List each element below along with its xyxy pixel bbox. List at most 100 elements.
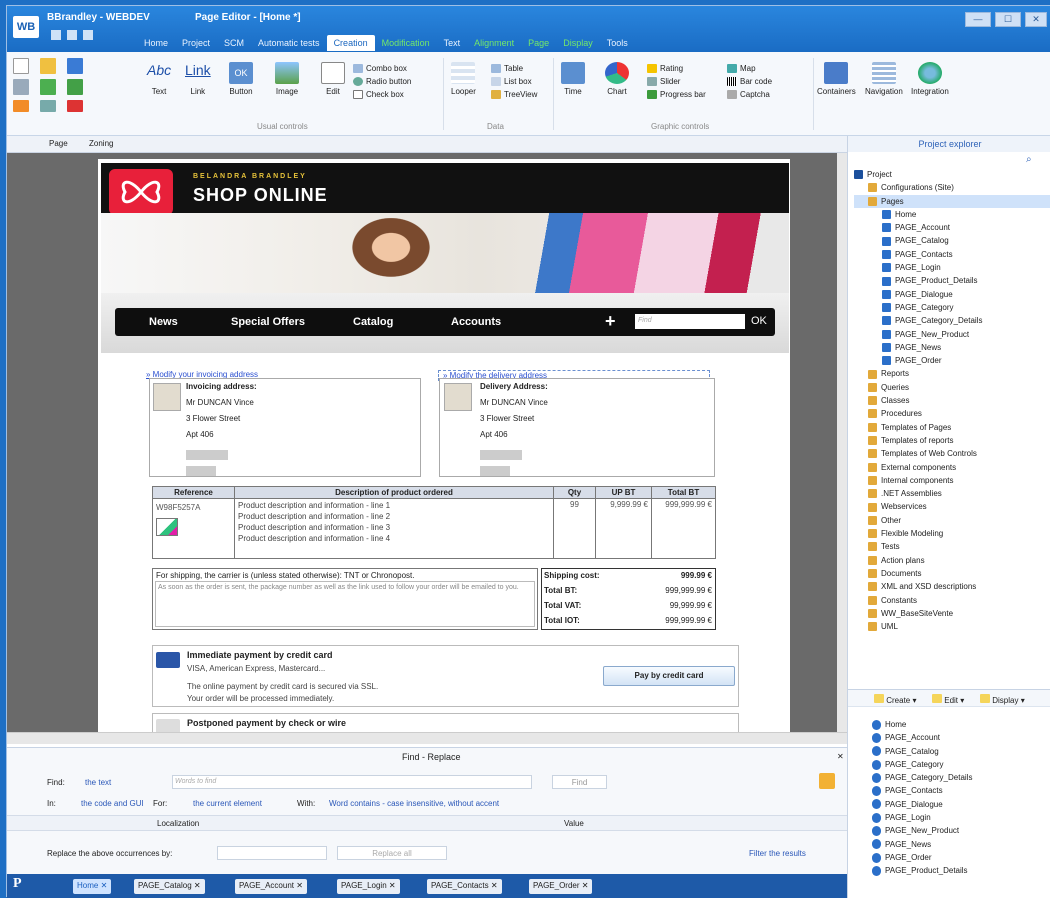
menu-alignment[interactable]: Alignment — [467, 35, 521, 51]
tree-item[interactable]: Reports — [854, 367, 1050, 380]
doc-tab-login[interactable]: PAGE_Login ✕ — [337, 879, 400, 894]
tree-item[interactable]: Pages — [854, 194, 1050, 208]
go-icon[interactable] — [67, 79, 83, 95]
tree-item[interactable]: .NET Assemblies — [854, 487, 1050, 500]
tree-item[interactable]: Flexible Modeling — [854, 527, 1050, 540]
project-icon[interactable]: P — [13, 876, 22, 892]
replace-all-button[interactable]: Replace all — [337, 846, 447, 860]
nav-news[interactable]: News — [149, 316, 178, 328]
tree-item[interactable]: Project — [854, 168, 1050, 181]
tree-item[interactable]: XML and XSD descriptions — [854, 580, 1050, 593]
menu-creation[interactable]: Creation — [326, 35, 375, 51]
ribbon-combo-button[interactable]: Combo box — [353, 62, 411, 75]
minimize-button[interactable]: — — [965, 12, 991, 27]
ribbon-chart-button[interactable]: Chart — [605, 62, 629, 96]
display-button[interactable]: Display ▾ — [980, 694, 1025, 705]
ribbon-containers-button[interactable]: Containers — [817, 62, 856, 96]
page-list-item[interactable]: PAGE_Category — [872, 758, 1050, 771]
editor-vertical-scrollbar[interactable] — [837, 153, 847, 738]
tree-item[interactable]: Templates of Pages — [854, 421, 1050, 434]
tree-item[interactable]: Queries — [854, 381, 1050, 394]
menu-scm[interactable]: SCM — [217, 35, 251, 51]
in-dropdown[interactable]: the code and GUI — [81, 799, 144, 808]
ribbon-barcode-button[interactable]: Bar code — [727, 75, 772, 88]
refresh-icon[interactable] — [40, 79, 56, 95]
tree-item[interactable]: PAGE_Order — [854, 354, 1050, 367]
menu-page[interactable]: Page — [521, 35, 556, 51]
doc-tab-order[interactable]: PAGE_Order ✕ — [529, 879, 593, 894]
nav-accounts[interactable]: Accounts — [451, 316, 501, 328]
ribbon-integration-button[interactable]: Integration — [911, 62, 949, 96]
tree-item[interactable]: Internal components — [854, 474, 1050, 487]
with-dropdown[interactable]: Word contains - case insensitive, withou… — [329, 799, 499, 808]
tree-item[interactable]: PAGE_News — [854, 341, 1050, 354]
new-page-icon[interactable] — [13, 58, 29, 74]
edit-button[interactable]: Edit ▾ — [932, 694, 964, 705]
shop-search-input[interactable]: Find — [635, 314, 745, 329]
menu-display[interactable]: Display — [556, 35, 600, 51]
nav-special-offers[interactable]: Special Offers — [231, 316, 305, 328]
menu-automatic-tests[interactable]: Automatic tests — [251, 35, 327, 51]
menu-text[interactable]: Text — [437, 35, 468, 51]
close-button[interactable]: ✕ — [1025, 12, 1047, 27]
tree-item[interactable]: Procedures — [854, 407, 1050, 420]
tree-item[interactable]: PAGE_Account — [854, 221, 1050, 234]
tree-item[interactable]: PAGE_Category — [854, 301, 1050, 314]
ribbon-map-button[interactable]: Map — [727, 62, 772, 75]
create-button[interactable]: Create ▾ — [874, 694, 917, 705]
ribbon-captcha-button[interactable]: Captcha — [727, 88, 772, 101]
tree-item[interactable]: Configurations (Site) — [854, 181, 1050, 194]
tree-item[interactable]: PAGE_Catalog — [854, 234, 1050, 247]
ribbon-slider-button[interactable]: Slider — [647, 75, 706, 88]
menu-tools[interactable]: Tools — [600, 35, 635, 51]
tree-item[interactable]: PAGE_Category_Details — [854, 314, 1050, 327]
ribbon-link-button[interactable]: Link Link — [185, 62, 211, 96]
tree-item[interactable]: PAGE_Product_Details — [854, 274, 1050, 287]
tab-zoning[interactable]: Zoning — [89, 139, 113, 148]
menu-home[interactable]: Home — [137, 35, 175, 51]
ribbon-edit-button[interactable]: Edit — [321, 62, 345, 96]
tools-icon[interactable] — [67, 100, 83, 112]
ribbon-progress-button[interactable]: Progress bar — [647, 88, 706, 101]
ribbon-navigation-button[interactable]: Navigation — [865, 62, 903, 96]
page-list-item[interactable]: PAGE_News — [872, 838, 1050, 851]
tree-item[interactable]: WW_BaseSiteVente — [854, 607, 1050, 620]
doc-tab-account[interactable]: PAGE_Account ✕ — [235, 879, 307, 894]
menu-modification[interactable]: Modification — [375, 35, 437, 51]
ribbon-image-button[interactable]: Image — [275, 62, 299, 96]
page-list-item[interactable]: PAGE_Product_Details — [872, 864, 1050, 877]
plus-icon[interactable]: + — [605, 311, 616, 332]
open-icon[interactable] — [40, 58, 56, 74]
close-icon[interactable]: ✕ — [837, 752, 844, 761]
tree-item[interactable]: UML — [854, 620, 1050, 633]
ribbon-radio-button[interactable]: Radio button — [353, 75, 411, 88]
ribbon-check-button[interactable]: Check box — [353, 88, 411, 101]
tree-item[interactable]: PAGE_New_Product — [854, 328, 1050, 341]
tree-item[interactable]: Tests — [854, 540, 1050, 553]
tree-item[interactable]: Webservices — [854, 500, 1050, 513]
page-list-item[interactable]: PAGE_Dialogue — [872, 798, 1050, 811]
quick-undo-icon[interactable] — [83, 30, 93, 40]
search-icon[interactable]: ⌕ — [1026, 154, 1032, 165]
tree-item[interactable]: PAGE_Contacts — [854, 248, 1050, 261]
filter-results-link[interactable]: Filter the results — [749, 849, 806, 858]
ribbon-looper-button[interactable]: Looper — [451, 62, 476, 96]
tree-item[interactable]: Templates of reports — [854, 434, 1050, 447]
page-list-item[interactable]: PAGE_Account — [872, 731, 1050, 744]
ribbon-text-button[interactable]: Abc Text — [147, 62, 171, 96]
tree-item[interactable]: Action plans — [854, 554, 1050, 567]
save-icon[interactable] — [67, 58, 83, 74]
ribbon-treeview-button[interactable]: TreeView — [491, 88, 537, 101]
menu-project[interactable]: Project — [175, 35, 217, 51]
page-list-item[interactable]: PAGE_Login — [872, 811, 1050, 824]
page-list-item[interactable]: PAGE_Order — [872, 851, 1050, 864]
page-list-item[interactable]: Home — [872, 718, 1050, 731]
doc-tab-home[interactable]: Home ✕ — [73, 879, 112, 894]
page-list-item[interactable]: PAGE_Catalog — [872, 745, 1050, 758]
ribbon-button-button[interactable]: OK Button — [229, 62, 253, 96]
tree-item[interactable]: PAGE_Login — [854, 261, 1050, 274]
pay-by-credit-card-button[interactable]: Pay by credit card — [603, 666, 735, 686]
find-button[interactable]: Find — [552, 775, 607, 789]
tab-page[interactable]: Page — [49, 139, 68, 148]
tree-item[interactable]: Other — [854, 514, 1050, 527]
